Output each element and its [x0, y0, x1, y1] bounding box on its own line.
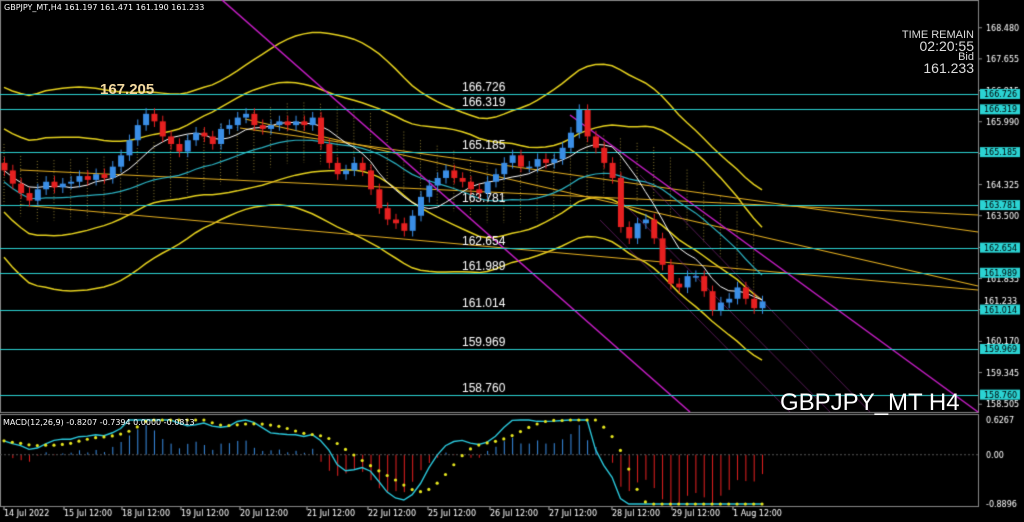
highlighted-price-label: 167.205: [100, 81, 155, 98]
symbol-label: GBPJPY_MT,H4: [4, 3, 62, 12]
macd-indicator-label: MACD(12,26,9) -0.8207 -0.7394 0.0000 -0.…: [3, 418, 195, 427]
price-chart[interactable]: [0, 0, 1024, 522]
symbol-watermark: GBPJPY_MT H4: [780, 389, 960, 416]
time-remain-panel: TIME REMAIN 02:20:55 Bid 161.233: [902, 30, 974, 76]
bid-value: 161.233: [923, 60, 974, 76]
symbol-ohlc-header: GBPJPY_MT,H4 161.197 161.471 161.190 161…: [4, 3, 204, 12]
ohlc-values: 161.197 161.471 161.190 161.233: [64, 3, 205, 12]
